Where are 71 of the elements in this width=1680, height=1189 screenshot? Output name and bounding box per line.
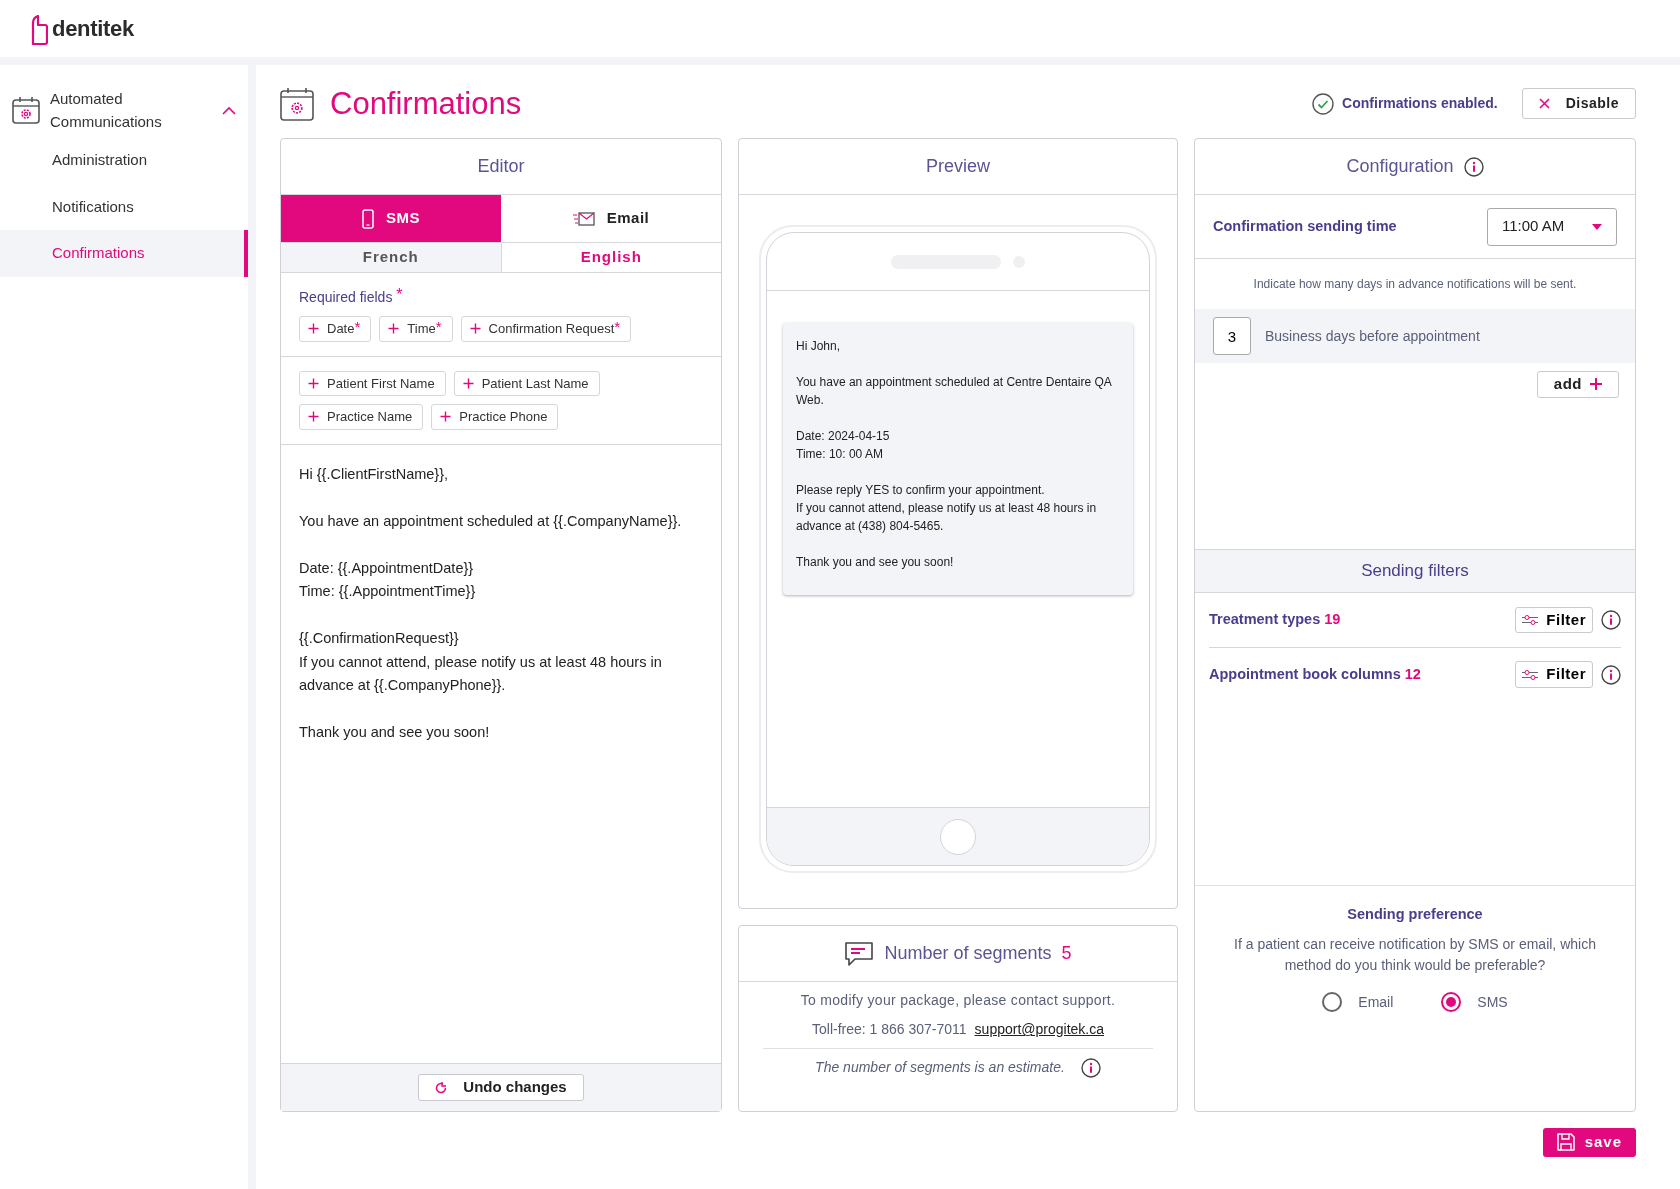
message-text: Hi John,: [796, 338, 842, 356]
sidebar-item[interactable]: Notifications: [0, 183, 248, 230]
chat-icon: [844, 940, 875, 967]
preference-question: If a patient can receive notification by SMS or email, which method do you think would be preferable?: [1233, 934, 1597, 975]
sidebar-group[interactable]: Automated Communications: [0, 87, 248, 133]
plus-icon: [388, 323, 400, 335]
info-icon: [1601, 610, 1621, 631]
tooth-logo-icon: [30, 15, 48, 45]
days-label: Business days before appointment: [1265, 326, 1480, 346]
time-dropdown[interactable]: 11:00 AM: [1487, 207, 1617, 246]
message-text: You have an appointment scheduled at Centre Dentaire QA Web.: [796, 374, 1113, 410]
radio-label: SMS: [1477, 992, 1508, 1012]
page-title: Confirmations: [330, 85, 522, 123]
field-chip[interactable]: Patient First Name: [299, 370, 446, 397]
radio-label: Email: [1358, 992, 1394, 1012]
disable-button[interactable]: Disable: [1521, 88, 1636, 120]
check-circle-icon: [1312, 92, 1335, 115]
radio-button[interactable]: [1322, 992, 1343, 1013]
segments-title: Number of segments: [884, 942, 1052, 966]
panel-title: Preview: [739, 139, 1177, 196]
plus-icon: [440, 411, 452, 423]
undo-button[interactable]: Undo changes: [418, 1074, 584, 1101]
envelope-icon: [572, 210, 595, 227]
save-button[interactable]: save: [1542, 1128, 1636, 1157]
message-text: Thank you and see you soon!: [796, 554, 955, 572]
floppy-icon: [1556, 1133, 1575, 1152]
field-chip[interactable]: Patient Last Name: [453, 370, 600, 397]
info-icon: [1601, 664, 1621, 685]
plus-icon: [308, 411, 319, 423]
filter-label: Treatment types 19: [1209, 610, 1341, 630]
filter-button[interactable]: Filter: [1515, 661, 1593, 688]
message-text: Please reply YES to confirm your appointment. If you cannot attend, please notify us at least 48 hours in advance at (438) 804-5465.: [796, 482, 1098, 536]
message-text: Date: 2024-04-15 Time: 10: 00 AM: [796, 428, 891, 464]
sidebar-item[interactable]: Confirmations: [0, 230, 248, 277]
info-icon: [1463, 156, 1484, 177]
filter-label: Appointment book columns 12: [1209, 664, 1421, 684]
days-hint: Indicate how many days in advance notifications will be sent.: [1252, 276, 1578, 294]
sliders-icon: [1522, 669, 1539, 680]
caret-icon: [1592, 223, 1602, 230]
filter-button[interactable]: Filter: [1515, 606, 1593, 634]
undo-icon: [435, 1081, 448, 1094]
plus-icon: [469, 323, 481, 335]
preference-title: Sending preference: [1346, 905, 1484, 925]
plus-icon: [308, 323, 319, 335]
sidebar-item[interactable]: Administration: [0, 137, 248, 184]
plus-icon: [462, 377, 474, 389]
segments-count: 5: [1061, 942, 1072, 966]
plus-icon: [1590, 378, 1602, 391]
language-tab[interactable]: French: [281, 243, 502, 274]
support-email-link[interactable]: support@progitek.ca: [974, 1019, 1104, 1041]
dentitek-logo: dentitek: [30, 12, 134, 45]
close-icon: [1538, 98, 1550, 110]
support-text: To modify your package, please contact support.: [799, 991, 1117, 1011]
calendar-gear-icon: [12, 96, 40, 124]
sliders-icon: [1522, 615, 1539, 626]
channel-tab[interactable]: SMS: [281, 195, 501, 244]
radio-button[interactable]: [1441, 992, 1462, 1013]
plus-icon: [308, 377, 319, 389]
phone-icon: [362, 208, 374, 229]
info-icon: [1080, 1057, 1101, 1078]
days-field[interactable]: 3: [1213, 317, 1251, 356]
estimate-note: The number of segments is an estimate.: [815, 1058, 1065, 1078]
add-button[interactable]: add: [1536, 371, 1619, 398]
field-chip[interactable]: Practice Phone: [431, 404, 559, 430]
phone-number: Toll-free: 1 866 307-7011: [812, 1020, 967, 1040]
field-chip[interactable]: Practice Name: [299, 404, 424, 430]
calendar-gear-icon: [280, 86, 314, 121]
section-header: Sending filters: [1195, 549, 1635, 594]
sending-time-label: Confirmation sending time: [1213, 216, 1397, 236]
status-text: Confirmations enabled.: [1342, 94, 1498, 114]
panel-title: Configuration: [1346, 155, 1454, 179]
